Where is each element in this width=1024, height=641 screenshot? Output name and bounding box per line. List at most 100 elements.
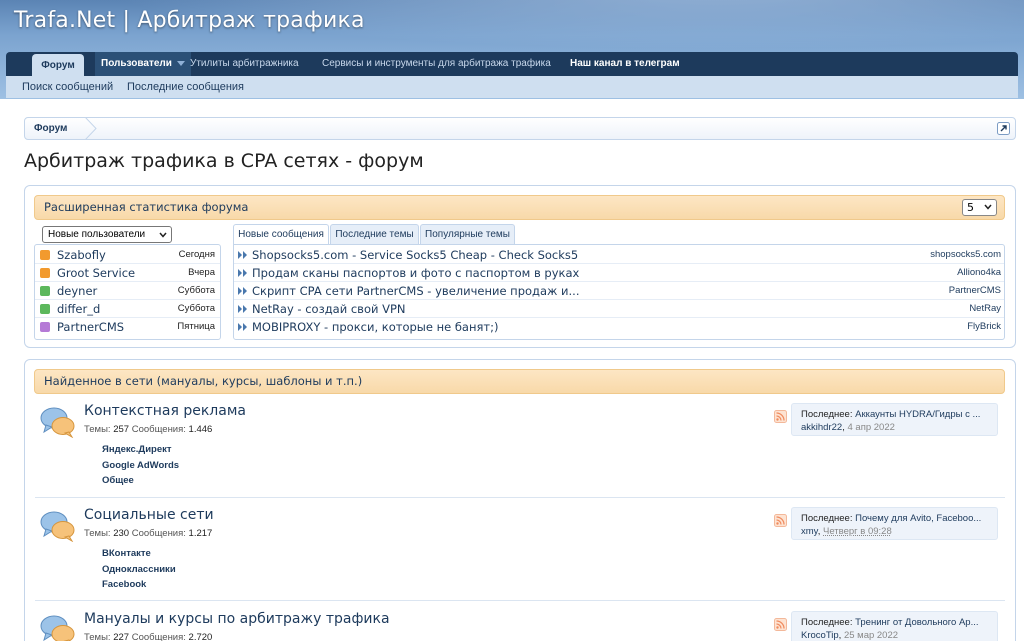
thread-author[interactable]: Alliono4ka xyxy=(957,264,1001,282)
double-arrow-icon xyxy=(238,305,247,313)
tab-latest-threads[interactable]: Последние темы xyxy=(330,224,419,245)
breadcrumb: Форум xyxy=(24,117,1016,140)
messages-label: Сообщения: xyxy=(131,528,186,539)
subforum-link[interactable]: ВКонтакте xyxy=(102,548,151,559)
divider xyxy=(35,497,1005,498)
tab-popular-threads[interactable]: Популярные темы xyxy=(420,224,515,245)
forum-stats: Темы: 257 Сообщения: 1.446 xyxy=(84,424,212,435)
double-arrow-icon xyxy=(238,323,247,331)
breadcrumb-forum[interactable]: Форум xyxy=(25,118,79,139)
category-box: Найденное в сети (мануалы, курсы, шаблон… xyxy=(24,359,1016,641)
stats-header-label: Расширенная статистика форума xyxy=(44,200,249,214)
topics-count: 230 xyxy=(113,528,130,539)
rss-icon[interactable] xyxy=(774,410,787,423)
thread-title[interactable]: Скрипт CPA сети PartnerCMS - увеличение … xyxy=(252,282,580,300)
last-post-user[interactable]: xmy xyxy=(801,526,818,537)
tab-services[interactable]: Сервисы и инструменты для арбитража траф… xyxy=(322,52,551,76)
list-item[interactable]: deyner Суббота xyxy=(35,282,220,300)
last-post-link[interactable]: Аккаунты HYDRA/Гидры с ... xyxy=(855,409,980,420)
user-name[interactable]: PartnerCMS xyxy=(57,318,124,336)
last-post-link[interactable]: Почему для Avito, Faceboo... xyxy=(855,513,981,524)
rss-icon[interactable] xyxy=(774,618,787,631)
site-header: Trafa.Net | Арбитраж трафика Форум Польз… xyxy=(0,0,1024,99)
thread-author[interactable]: FlyBrick xyxy=(967,318,1001,336)
last-post-link[interactable]: Тренинг от Довольного Ар... xyxy=(855,617,978,628)
jump-to-icon[interactable] xyxy=(997,122,1010,135)
threads-list: Shopsocks5.com - Service Socks5 Cheap - … xyxy=(233,244,1005,340)
user-date: Суббота xyxy=(177,303,215,314)
messages-count: 1.446 xyxy=(188,424,213,435)
user-name[interactable]: differ_d xyxy=(57,300,100,318)
tab-users[interactable]: Пользователи xyxy=(95,52,191,76)
thread-title[interactable]: MOBIPROXY - прокси, которые не банят;) xyxy=(252,318,498,336)
topics-count: 257 xyxy=(113,424,130,435)
last-post-user[interactable]: KrocoTip xyxy=(801,630,839,641)
forum-title[interactable]: Контекстная реклама xyxy=(84,403,246,419)
topics-label: Темы: xyxy=(84,424,111,435)
subforum-link[interactable]: Одноклассники xyxy=(102,564,176,575)
category-header[interactable]: Найденное в сети (мануалы, курсы, шаблон… xyxy=(34,369,1005,394)
messages-count: 1.217 xyxy=(188,528,213,539)
last-post: Последнее: Тренинг от Довольного Ар... K… xyxy=(791,611,998,641)
thread-title[interactable]: Shopsocks5.com - Service Socks5 Cheap - … xyxy=(252,246,578,264)
list-item[interactable]: Продам сканы паспортов и фото с паспорто… xyxy=(234,264,1004,282)
count-select-value: 5 xyxy=(967,201,974,214)
last-post-label: Последнее: xyxy=(801,409,853,420)
subforum-link[interactable]: Яндекс.Директ xyxy=(102,444,172,455)
thread-title[interactable]: NetRay - создай свой VPN xyxy=(252,300,406,318)
double-arrow-icon xyxy=(238,287,247,295)
count-select[interactable]: 5 xyxy=(962,199,997,216)
list-item[interactable]: differ_d Суббота xyxy=(35,300,220,318)
subnav-search[interactable]: Поиск сообщений xyxy=(22,76,113,98)
messages-label: Сообщения: xyxy=(131,632,186,641)
list-item[interactable]: Скрипт CPA сети PartnerCMS - увеличение … xyxy=(234,282,1004,300)
site-logo[interactable]: Trafa.Net | Арбитраж трафика xyxy=(14,8,365,33)
user-date: Пятница xyxy=(177,321,215,332)
user-icon xyxy=(40,304,50,314)
thread-author[interactable]: shopsocks5.com xyxy=(930,246,1001,264)
topics-count: 227 xyxy=(113,632,130,641)
users-select[interactable]: Новые пользователи xyxy=(42,226,172,243)
list-item[interactable]: Szabofly Сегодня xyxy=(35,246,220,264)
thread-author[interactable]: PartnerCMS xyxy=(949,282,1001,300)
user-date: Сегодня xyxy=(178,249,215,260)
chevron-down-icon[interactable] xyxy=(176,60,185,66)
tab-forum[interactable]: Форум xyxy=(32,54,84,78)
list-item[interactable]: Shopsocks5.com - Service Socks5 Cheap - … xyxy=(234,246,1004,264)
forum-row-manuals: Мануалы и курсы по арбитражу трафика Тем… xyxy=(35,611,1005,641)
thread-title[interactable]: Продам сканы паспортов и фото с паспорто… xyxy=(252,264,579,282)
forum-title[interactable]: Социальные сети xyxy=(84,507,214,523)
last-post-label: Последнее: xyxy=(801,513,853,524)
user-name[interactable]: deyner xyxy=(57,282,97,300)
list-item[interactable]: MOBIPROXY - прокси, которые не банят;) F… xyxy=(234,318,1004,336)
users-select-value: Новые пользователи xyxy=(48,229,146,240)
chevron-down-icon xyxy=(984,204,992,210)
thread-author[interactable]: NetRay xyxy=(969,300,1001,318)
list-item[interactable]: NetRay - создай свой VPN NetRay xyxy=(234,300,1004,318)
forum-stats-box: Расширенная статистика форума 5 Новые по… xyxy=(24,185,1016,348)
last-post: Последнее: Почему для Avito, Faceboo... … xyxy=(791,507,998,540)
subforum-link[interactable]: Facebook xyxy=(102,579,146,590)
subforum-link[interactable]: Google AdWords xyxy=(102,460,179,471)
forum-title[interactable]: Мануалы и курсы по арбитражу трафика xyxy=(84,611,390,627)
last-post-user[interactable]: akkihdr22 xyxy=(801,422,842,433)
subnav-recent[interactable]: Последние сообщения xyxy=(127,76,244,98)
subforum-link[interactable]: Общее xyxy=(102,475,134,486)
user-date: Вчера xyxy=(188,267,215,278)
sub-navbar: Поиск сообщений Последние сообщения xyxy=(6,76,1018,98)
user-name[interactable]: Groot Service xyxy=(57,264,135,282)
user-date: Суббота xyxy=(177,285,215,296)
forum-bubbles-icon xyxy=(40,615,75,641)
user-name[interactable]: Szabofly xyxy=(57,246,106,264)
forum-row-social: Социальные сети Темы: 230 Сообщения: 1.2… xyxy=(35,507,1005,597)
user-icon xyxy=(40,286,50,296)
list-item[interactable]: Groot Service Вчера xyxy=(35,264,220,282)
tab-new-messages[interactable]: Новые сообщения xyxy=(233,224,329,246)
user-icon xyxy=(40,250,50,260)
tab-utilities[interactable]: Утилиты арбитражника xyxy=(190,52,299,76)
tab-telegram[interactable]: Наш канал в телеграм xyxy=(570,52,680,76)
rss-icon[interactable] xyxy=(774,514,787,527)
list-item[interactable]: PartnerCMS Пятница xyxy=(35,318,220,336)
stats-header: Расширенная статистика форума 5 xyxy=(34,195,1005,220)
messages-count: 2.720 xyxy=(188,632,213,641)
